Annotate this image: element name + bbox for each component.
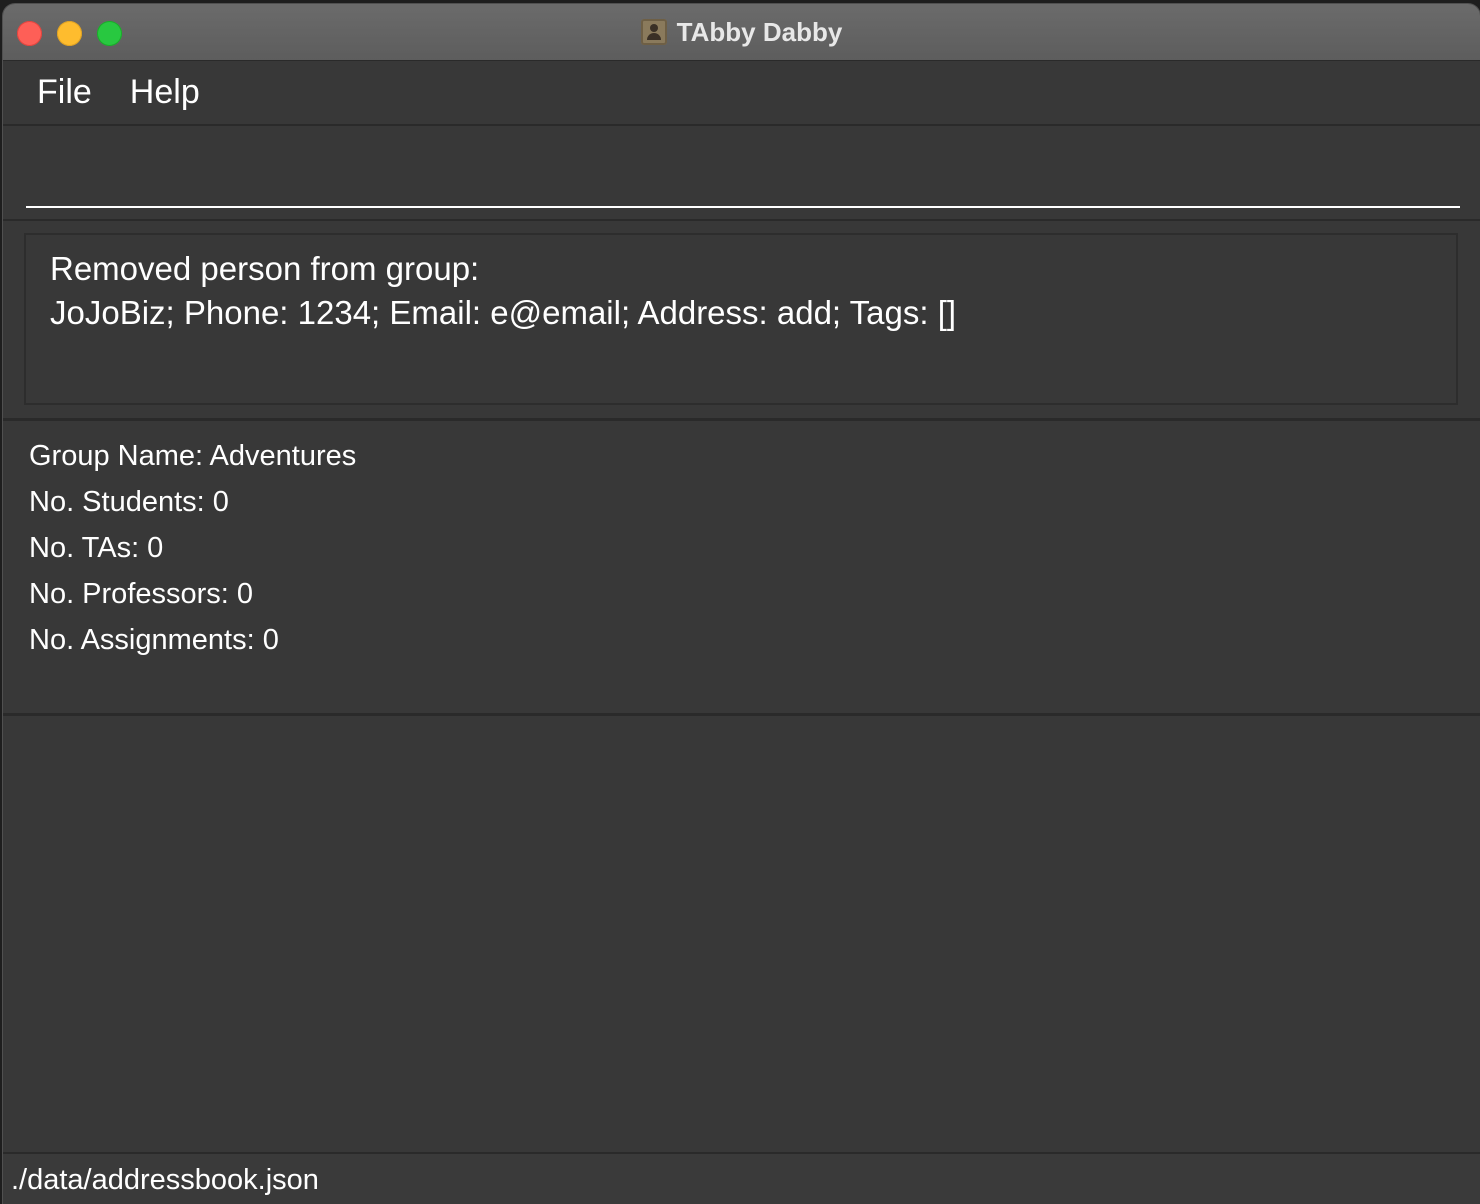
address-book-icon (640, 19, 667, 45)
status-bar: ./data/addressbook.json (3, 1152, 1480, 1204)
result-panel: Removed person from group: JoJoBiz; Phon… (3, 221, 1480, 421)
student-count: No. Students: 0 (29, 486, 229, 518)
menu-bar: File Help (3, 61, 1480, 126)
group-name: Group Name: Adventures (29, 440, 357, 472)
command-input[interactable] (26, 156, 1460, 208)
result-detail-line: JoJoBiz; Phone: 1234; Email: e@email; Ad… (50, 294, 957, 331)
ta-count: No. TAs: 0 (29, 532, 164, 564)
save-location: ./data/addressbook.json (11, 1164, 319, 1196)
title-bar[interactable]: TAbby Dabby (3, 4, 1480, 61)
command-box (3, 126, 1480, 221)
menu-file[interactable]: File (37, 73, 92, 112)
professor-count: No. Professors: 0 (29, 578, 254, 610)
menu-help[interactable]: Help (130, 73, 200, 112)
result-message-line: Removed person from group: (50, 250, 480, 287)
app-window: TAbby Dabby File Help Removed person fro… (3, 4, 1480, 1204)
person-list-panel[interactable] (3, 716, 1480, 1152)
window-title: TAbby Dabby (676, 16, 843, 47)
title-group: TAbby Dabby (3, 4, 1480, 60)
result-display[interactable]: Removed person from group: JoJoBiz; Phon… (24, 233, 1458, 405)
assignment-count: No. Assignments: 0 (29, 624, 279, 656)
group-info-panel: Group Name: Adventures No. Students: 0 N… (3, 421, 1480, 716)
